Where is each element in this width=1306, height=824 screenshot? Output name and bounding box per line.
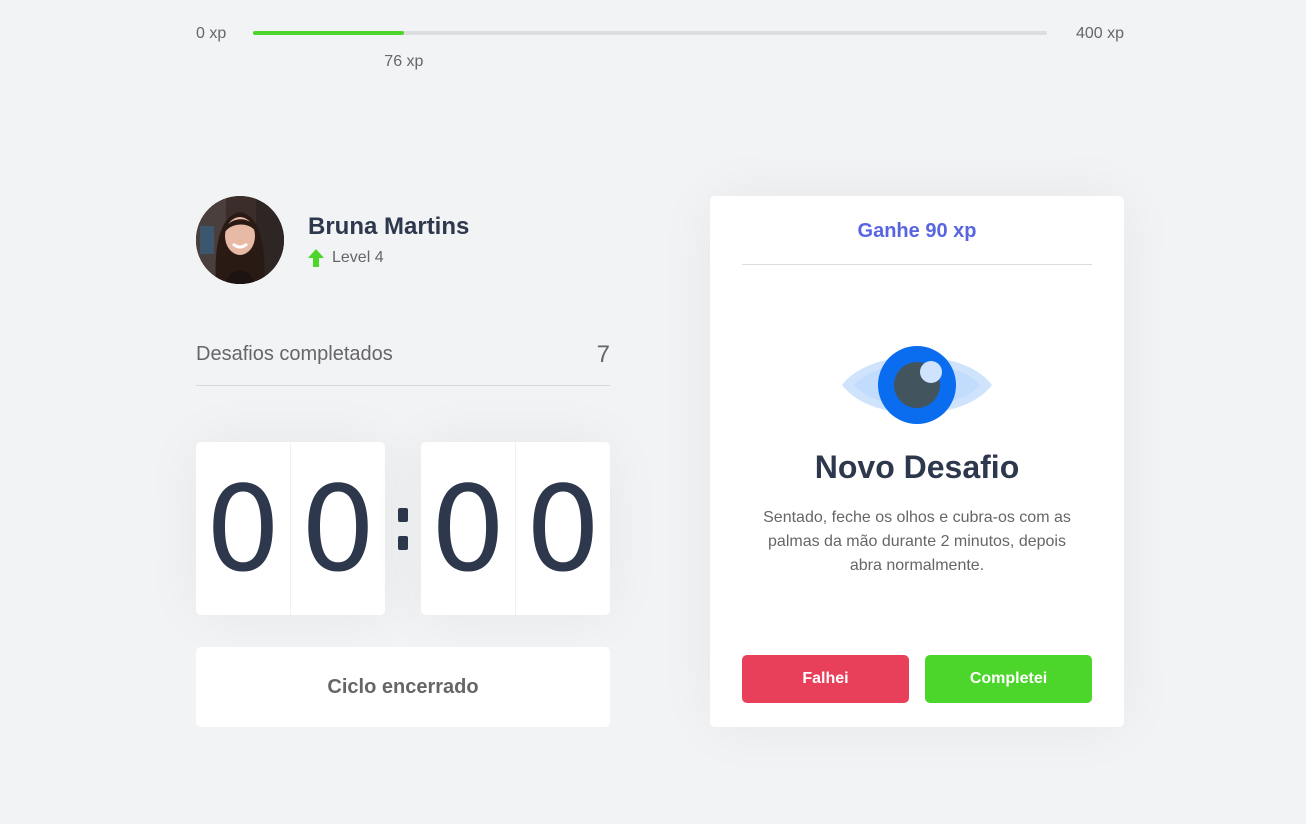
xp-current-label: 76 xp bbox=[384, 53, 424, 70]
failed-button[interactable]: Falhei bbox=[742, 655, 909, 703]
challenge-title: Novo Desafio bbox=[814, 449, 1020, 485]
xp-progress-fill bbox=[253, 31, 404, 35]
completed-button[interactable]: Completei bbox=[925, 655, 1092, 703]
experience-bar: 0 xp 76 xp 400 xp bbox=[196, 22, 1124, 70]
level-label: Level 4 bbox=[332, 249, 384, 266]
profile-info: Bruna Martins Level 4 bbox=[308, 213, 469, 267]
countdown-seconds: 0 0 bbox=[421, 442, 610, 615]
xp-track: 76 xp bbox=[253, 31, 1047, 70]
profile-name: Bruna Martins bbox=[308, 213, 470, 240]
level-up-arrow-icon bbox=[308, 249, 324, 267]
profile: Bruna Martins Level 4 bbox=[196, 196, 469, 284]
xp-min-label: 0 xp bbox=[196, 25, 227, 42]
minutes-tens-digit: 0 bbox=[205, 459, 281, 598]
challenge-description: Sentado, feche os olhos e cubra-os com a… bbox=[763, 509, 1071, 574]
avatar bbox=[196, 196, 284, 284]
profile-level: Level 4 bbox=[308, 249, 469, 267]
challenge-reward: Ganhe 90 xp bbox=[742, 196, 1092, 265]
completed-challenges-count: 7 bbox=[596, 340, 610, 368]
challenge-card: Ganhe 90 xp Novo Desafio Sentado, feche … bbox=[710, 196, 1124, 727]
minutes-ones-digit: 0 bbox=[290, 442, 385, 615]
seconds-ones-digit: 0 bbox=[515, 442, 610, 615]
challenge-body: Novo Desafio Sentado, feche os olhos e c… bbox=[742, 345, 1092, 578]
eye-icon bbox=[842, 346, 992, 424]
countdown-separator bbox=[385, 501, 421, 557]
completed-challenges-label: Desafios completados bbox=[196, 343, 393, 365]
cycle-finished-button[interactable]: Ciclo encerrado bbox=[196, 647, 610, 727]
countdown-minutes: 0 0 bbox=[196, 442, 385, 615]
completed-challenges: Desafios completados 7 bbox=[196, 338, 610, 386]
challenge-actions: Falhei Completei bbox=[742, 655, 1092, 703]
xp-max-label: 400 xp bbox=[1075, 25, 1124, 42]
seconds-tens-digit: 0 bbox=[430, 459, 506, 598]
countdown: 0 0 0 0 bbox=[196, 442, 610, 615]
